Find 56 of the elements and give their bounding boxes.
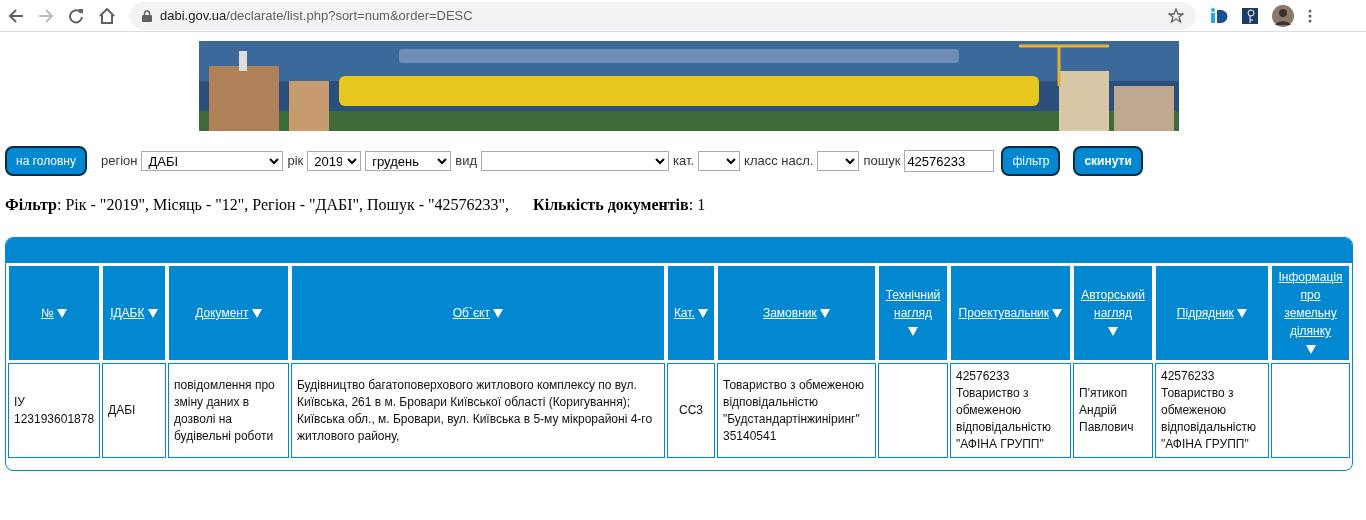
- star-icon[interactable]: [1168, 7, 1184, 24]
- home-button[interactable]: на головну: [5, 146, 87, 176]
- sort-icon[interactable]: [57, 309, 68, 319]
- dropdown-field[interactable]: [698, 151, 741, 171]
- column-sort-link[interactable]: Підрядник: [1176, 304, 1234, 322]
- column-sort-link[interactable]: Кат.: [673, 304, 695, 322]
- table-cell-text: П'ятикоп Андрій Павлович: [1079, 386, 1134, 434]
- extension-icon[interactable]: [1210, 7, 1228, 24]
- sort-icon[interactable]: [493, 309, 504, 319]
- filter-label: рік: [287, 152, 304, 171]
- filter-label: класс насл.: [744, 152, 814, 171]
- filter-label: кат.: [673, 152, 695, 171]
- reset-button[interactable]: скинути: [1073, 146, 1143, 176]
- table-cell-text: Товариство з обмеженою відповідальністю "Будстандартінжиніринг" 35140541: [723, 377, 864, 443]
- document-count: Кількість документів: 1: [533, 195, 706, 216]
- sort-icon[interactable]: [908, 327, 918, 337]
- sort-icon[interactable]: [251, 309, 262, 319]
- filter-button[interactable]: фільтр: [1001, 146, 1061, 176]
- dropdown-field[interactable]: [817, 151, 860, 171]
- search-field[interactable]: 42576233: [904, 150, 995, 172]
- sort-icon[interactable]: [147, 309, 158, 319]
- column-sort-link[interactable]: №: [40, 304, 54, 322]
- home-icon[interactable]: [98, 7, 116, 24]
- dropdown-field[interactable]: [481, 151, 670, 171]
- table-cell-text: 42576233 Товариство з обмеженою відповідальністю "АФІНА ГРУПП": [1161, 369, 1256, 451]
- profile-avatar[interactable]: [1272, 4, 1294, 27]
- column-sort-link[interactable]: Документ: [195, 304, 249, 322]
- column-sort-link[interactable]: Замовник: [762, 304, 817, 322]
- table-cell-text: 42576233 Товариство з обмеженою відповідальністю "АФІНА ГРУПП": [956, 369, 1051, 451]
- table-cell-text: повідомлення про зміну даних в дозволі на будівельні роботи: [174, 377, 275, 443]
- table-cell-text: ІУ 123193601878: [14, 394, 95, 426]
- column-sort-link[interactable]: ІДАБК: [110, 304, 145, 322]
- dropdown-field[interactable]: 2019: [307, 151, 362, 171]
- lock-icon: [142, 9, 152, 22]
- sort-icon[interactable]: [1108, 327, 1118, 337]
- sort-icon[interactable]: [1237, 309, 1248, 319]
- filter-label: пошук: [863, 152, 901, 171]
- sort-icon[interactable]: [820, 309, 831, 319]
- sort-icon[interactable]: [698, 309, 709, 319]
- key-extension-icon[interactable]: [1242, 7, 1258, 24]
- dropdown-field[interactable]: грудень: [365, 151, 452, 171]
- table-cell-text: Будівництво багатоповерхового житлового комплексу по вул. Київська, 261 в м. Бровари Київської області (Коригування); Київська обл., м. Бровари, вул. Київська в 5-му мікрорайоні 4-го житлового району,: [297, 377, 653, 443]
- column-sort-link[interactable]: Об`єкт: [452, 304, 490, 322]
- column-sort-link[interactable]: Проектувальник: [958, 304, 1050, 322]
- table-cell-text: СС3: [679, 403, 703, 417]
- filter-label: регіон: [101, 152, 138, 171]
- table-cell-text: ДАБІ: [108, 403, 136, 417]
- sort-icon[interactable]: [1052, 309, 1063, 319]
- address-bar[interactable]: dabi.gov.ua/declarate/list.php?sort=num&order=DESC: [130, 1, 1196, 30]
- reload-icon[interactable]: [68, 7, 84, 24]
- dropdown-field[interactable]: ДАБІ: [141, 151, 284, 171]
- menu-icon[interactable]: [1308, 8, 1312, 23]
- filter-label: вид: [455, 152, 478, 171]
- back-icon[interactable]: [8, 7, 24, 24]
- filter-summary: Фільтр: Рік - "2019", Місяць - "12", Регіон - "ДАБІ", Пошук - "42576233",: [5, 195, 510, 216]
- sort-icon[interactable]: [1305, 345, 1316, 355]
